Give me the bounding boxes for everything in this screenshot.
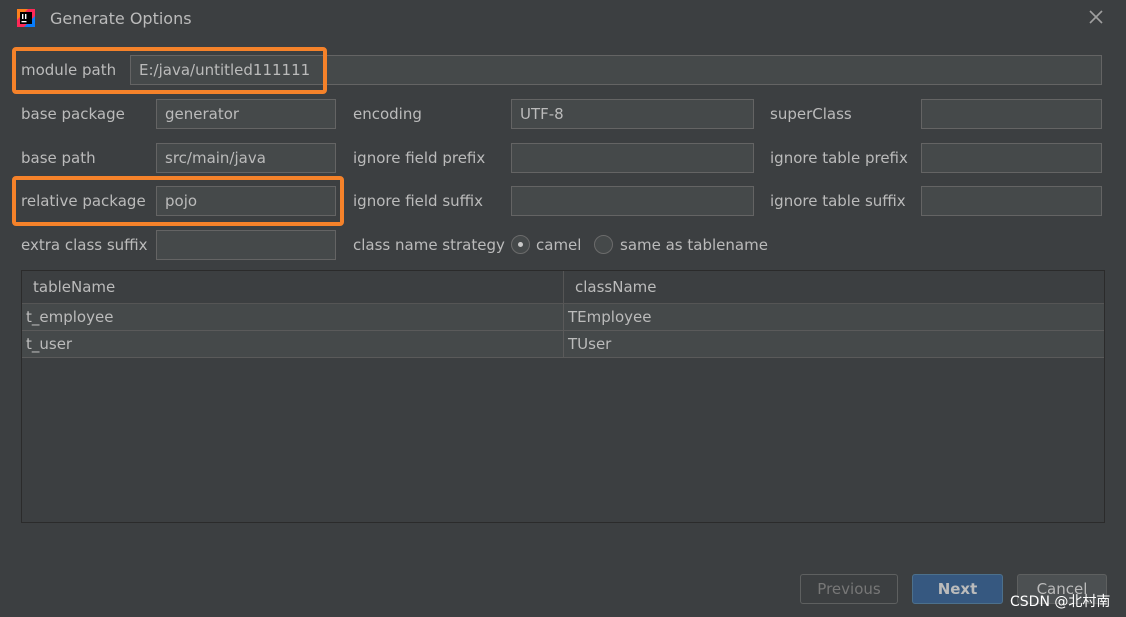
table-row[interactable]: t_user TUser [22, 331, 1104, 358]
camel-radio[interactable] [511, 235, 530, 254]
intellij-app-icon [16, 8, 36, 28]
encoding-input[interactable] [511, 99, 754, 129]
title-bar: Generate Options [0, 0, 1126, 38]
extra-class-suffix-input[interactable] [156, 230, 336, 260]
table-mapping-grid[interactable]: tableName className t_employee TEmployee… [21, 270, 1105, 523]
base-package-label: base package [21, 105, 125, 123]
column-header-classname[interactable]: className [564, 271, 1104, 303]
superclass-input[interactable] [921, 99, 1102, 129]
camel-radio-label[interactable]: camel [536, 234, 581, 256]
base-package-input[interactable] [156, 99, 336, 129]
class-name-strategy-label: class name strategy [353, 236, 505, 254]
ignore-field-prefix-label: ignore field prefix [353, 149, 486, 167]
previous-button[interactable]: Previous [800, 574, 898, 604]
extra-class-suffix-label: extra class suffix [21, 236, 148, 254]
table-cell-tablename[interactable]: t_user [22, 331, 564, 357]
same-as-tablename-radio[interactable] [594, 235, 613, 254]
close-icon[interactable] [1087, 8, 1105, 26]
ignore-table-suffix-input[interactable] [921, 186, 1102, 216]
table-cell-classname[interactable]: TUser [564, 331, 1104, 357]
ignore-field-suffix-label: ignore field suffix [353, 192, 484, 210]
table-cell-classname[interactable]: TEmployee [564, 304, 1104, 330]
ignore-field-prefix-input[interactable] [511, 143, 754, 173]
table-header: tableName className [22, 271, 1104, 304]
base-path-input[interactable] [156, 143, 336, 173]
module-path-highlight [12, 47, 327, 94]
dialog-title: Generate Options [50, 9, 192, 28]
relative-package-highlight [12, 176, 344, 226]
ignore-field-suffix-input[interactable] [511, 186, 754, 216]
ignore-table-prefix-input[interactable] [921, 143, 1102, 173]
column-header-tablename[interactable]: tableName [22, 271, 564, 303]
table-row[interactable]: t_employee TEmployee [22, 304, 1104, 331]
ignore-table-prefix-label: ignore table prefix [770, 149, 908, 167]
base-path-label: base path [21, 149, 96, 167]
superclass-label: superClass [770, 105, 852, 123]
encoding-label: encoding [353, 105, 422, 123]
table-cell-tablename[interactable]: t_employee [22, 304, 564, 330]
csdn-watermark: CSDN @北村南 [1010, 594, 1111, 610]
ignore-table-suffix-label: ignore table suffix [770, 192, 906, 210]
same-as-tablename-radio-label[interactable]: same as tablename [620, 234, 768, 256]
next-button[interactable]: Next [912, 574, 1003, 604]
